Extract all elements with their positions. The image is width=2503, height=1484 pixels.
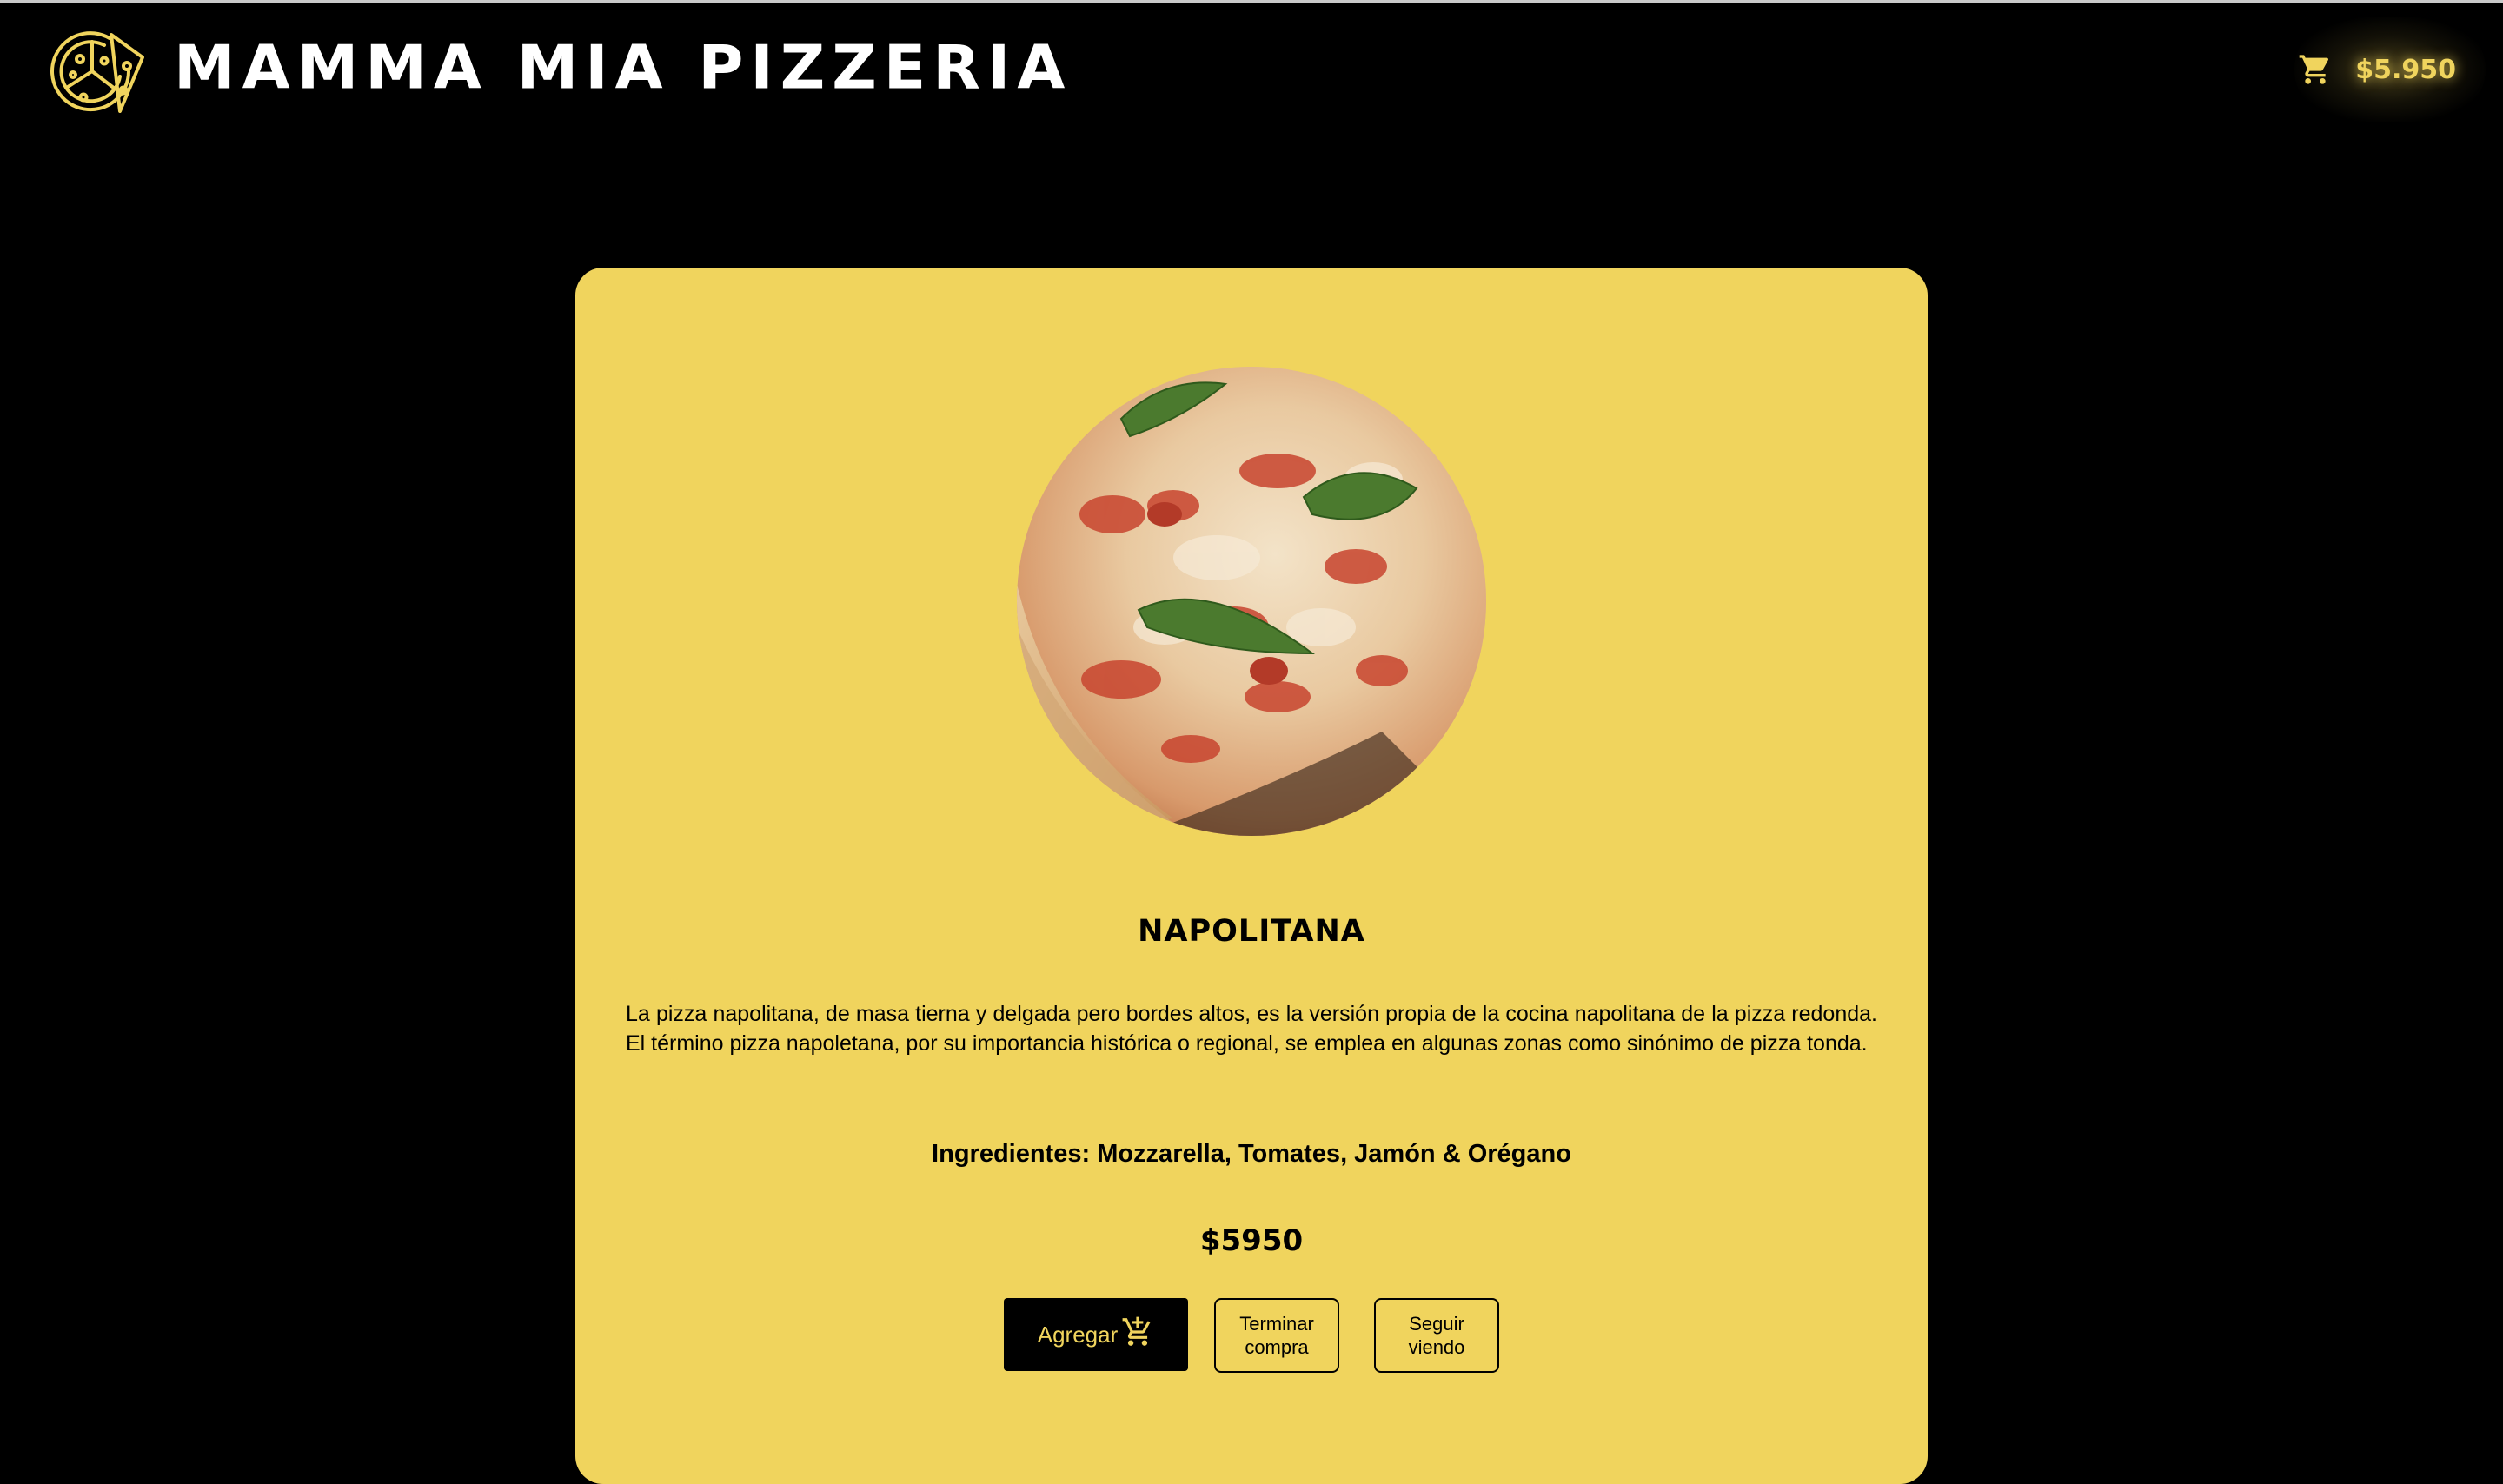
header: MAMMA MIA PIZZERIA $5.950 — [0, 0, 2503, 139]
pizza-image — [1017, 367, 1486, 836]
add-to-cart-button[interactable]: Agregar — [1004, 1298, 1188, 1371]
shopping-cart-icon — [2298, 52, 2333, 87]
add-button-label: Agregar — [1037, 1321, 1119, 1348]
brand-title[interactable]: MAMMA MIA PIZZERIA — [174, 32, 1072, 103]
finish-purchase-button[interactable]: Terminar compra — [1214, 1298, 1339, 1373]
product-description: La pizza napolitana, de masa tierna y de… — [626, 1002, 1877, 1056]
pizza-logo-icon[interactable] — [49, 26, 146, 113]
cart-button[interactable]: $5.950 — [2298, 43, 2456, 96]
add-to-cart-icon — [1121, 1315, 1154, 1355]
continue-browsing-button[interactable]: Seguir viendo — [1374, 1298, 1499, 1373]
top-border — [0, 0, 2503, 3]
cart-total: $5.950 — [2355, 54, 2456, 85]
product-name: NAPOLITANA — [1138, 914, 1365, 949]
product-price: $5950 — [1199, 1223, 1304, 1258]
product-actions: Agregar Terminar compra Seguir viendo — [575, 1298, 1928, 1373]
product-card: NAPOLITANA La pizza napolitana, de masa … — [575, 268, 1928, 1484]
product-ingredients: Ingredientes: Mozzarella, Tomates, Jamón… — [932, 1140, 1571, 1168]
